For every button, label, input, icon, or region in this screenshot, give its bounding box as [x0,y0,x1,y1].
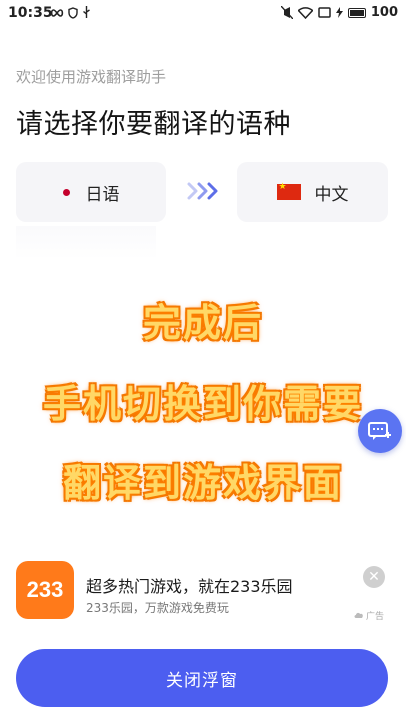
overlay-text-line-1: 完成后 [142,301,263,345]
ad-tag-label: 广告 [366,612,385,622]
language-dropdown-shadow [16,226,156,260]
page-title: 请选择你要翻译的语种 [16,109,291,140]
welcome-text: 欢迎使用游戏翻译助手 [16,68,167,86]
cloud-icon [354,612,363,618]
china-flag-icon [276,182,301,200]
target-language-label: 中文 [314,184,349,205]
target-language-button[interactable]: 中文 [237,162,388,222]
ad-subtitle: 233乐园，万款游戏免费玩 [86,601,229,615]
chat-translate-icon [368,422,391,440]
status-bar: 10:35 100 [0,0,406,28]
close-icon: ✕ [368,569,380,585]
charging-icon [335,7,343,18]
battery-level: 100 [370,5,398,20]
close-float-window-button[interactable]: 关闭浮窗 [16,649,388,707]
status-time: 10:35 [8,5,53,21]
floating-translate-button[interactable] [358,409,402,453]
infinity-icon [50,8,64,17]
ad-close-button[interactable]: ✕ [363,566,385,588]
wifi-icon [297,6,313,19]
mute-icon [280,6,293,19]
ad-app-logo[interactable]: 233 [16,561,74,619]
battery-icon [347,7,366,18]
ad-tag: 广告 [354,609,384,622]
overlay-text-line-3: 翻译到游戏界面 [62,461,343,505]
usb-icon [83,6,90,18]
source-language-label: 日语 [85,184,120,205]
shield-icon [68,6,78,19]
overlay-text-line-2: 手机切换到你需要 [42,382,363,426]
screen-icon [318,7,331,18]
ad-title[interactable]: 超多热门游戏，就在233乐园 [86,573,293,597]
japan-flag-icon [62,188,70,196]
source-language-button[interactable]: 日语 [16,162,166,222]
swap-arrows-icon[interactable] [186,180,220,202]
